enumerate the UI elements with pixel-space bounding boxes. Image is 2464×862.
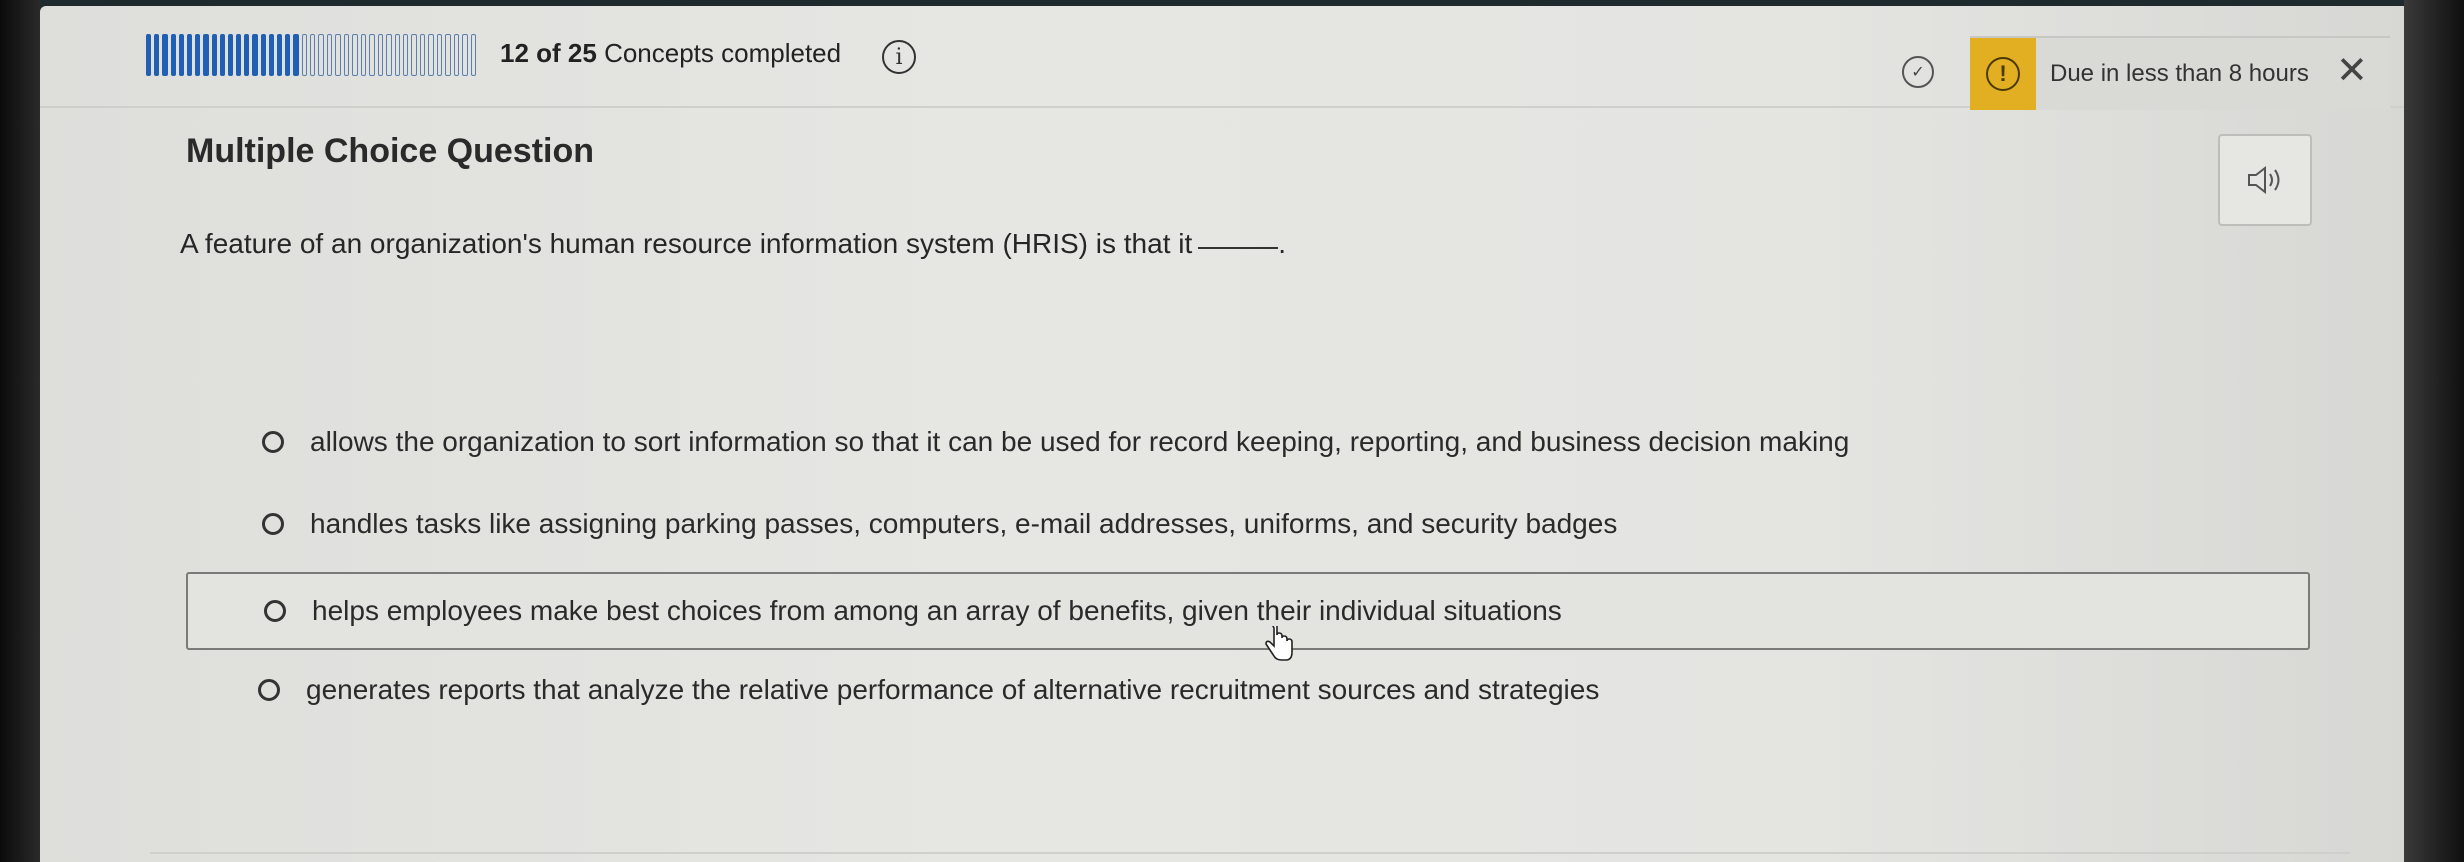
progress-segment-todo bbox=[436, 34, 443, 76]
question-suffix: . bbox=[1278, 228, 1287, 259]
progress-segment-done bbox=[277, 34, 283, 76]
hand-pointer-cursor-icon bbox=[1265, 626, 1293, 661]
progress-segment-todo bbox=[377, 34, 384, 76]
due-text: Due in less than 8 hours bbox=[2050, 60, 2309, 87]
progress-segment-todo bbox=[419, 34, 426, 76]
answer-blank bbox=[1198, 247, 1279, 249]
progress-segment-todo bbox=[310, 34, 316, 76]
progress-segment-todo bbox=[360, 34, 367, 76]
progress-segment-done bbox=[154, 34, 160, 76]
progress-segment-todo bbox=[394, 34, 400, 76]
answer-option-3[interactable]: helps employees make best choices from a… bbox=[186, 572, 2310, 650]
concept-progress-bar bbox=[146, 34, 477, 76]
progress-segment-done bbox=[162, 34, 168, 76]
option-label: generates reports that analyze the relat… bbox=[306, 674, 1600, 705]
answer-option-2[interactable]: handles tasks like assigning parking pas… bbox=[262, 508, 1617, 540]
question-prompt-text: A feature of an organization's human res… bbox=[180, 228, 1193, 259]
top-bar: 12 of 25 Concepts completed i ✓ ! Due in… bbox=[40, 6, 2404, 110]
progress-segment-todo bbox=[326, 34, 333, 76]
question-prompt: A feature of an organization's human res… bbox=[180, 228, 1286, 260]
warning-badge: ! bbox=[1970, 38, 2036, 110]
option-label: allows the organization to sort informat… bbox=[310, 426, 1850, 457]
due-date-banner: ! Due in less than 8 hours ✕ bbox=[1970, 36, 2390, 110]
progress-segment-done bbox=[285, 34, 291, 76]
progress-segment-done bbox=[252, 34, 258, 76]
progress-segment-done bbox=[227, 34, 234, 76]
question-type-heading: Multiple Choice Question bbox=[186, 132, 595, 170]
progress-segment-done bbox=[293, 34, 299, 76]
progress-count: 12 of 25 bbox=[500, 38, 597, 68]
progress-segment-done bbox=[170, 34, 176, 76]
progress-segment-todo bbox=[352, 34, 358, 76]
screen: 12 of 25 Concepts completed i ✓ ! Due in… bbox=[40, 6, 2404, 862]
progress-segment-todo bbox=[386, 34, 392, 76]
progress-segment-done bbox=[244, 34, 250, 76]
answer-option-4[interactable]: generates reports that analyze the relat… bbox=[258, 674, 1599, 706]
monitor-bezel-right bbox=[2404, 0, 2464, 862]
progress-segment-todo bbox=[403, 34, 409, 76]
progress-segment-done bbox=[195, 34, 201, 76]
radio-button[interactable] bbox=[258, 679, 280, 701]
audio-button[interactable] bbox=[2218, 134, 2312, 226]
progress-segment-todo bbox=[428, 34, 434, 76]
progress-segment-done bbox=[211, 34, 217, 76]
progress-segment-todo bbox=[462, 34, 468, 76]
photo-frame: 12 of 25 Concepts completed i ✓ ! Due in… bbox=[0, 0, 2464, 862]
progress-segment-todo bbox=[318, 34, 324, 76]
progress-segment-done bbox=[236, 34, 242, 76]
check-circle-icon[interactable]: ✓ bbox=[1902, 56, 1934, 88]
progress-segment-todo bbox=[445, 34, 451, 76]
progress-segment-todo bbox=[335, 34, 341, 76]
divider bbox=[150, 852, 2350, 854]
progress-segment-done bbox=[178, 34, 184, 76]
progress-segment-done bbox=[268, 34, 274, 76]
radio-button[interactable] bbox=[262, 513, 284, 535]
progress-segment-todo bbox=[343, 34, 350, 76]
progress-segment-todo bbox=[470, 34, 477, 76]
progress-text: 12 of 25 Concepts completed bbox=[500, 38, 841, 69]
progress-segment-todo bbox=[301, 34, 308, 76]
radio-button[interactable] bbox=[264, 600, 286, 622]
progress-segment-todo bbox=[369, 34, 375, 76]
progress-segment-done bbox=[186, 34, 193, 76]
progress-segment-done bbox=[219, 34, 225, 76]
progress-segment-done bbox=[146, 34, 152, 76]
progress-segment-todo bbox=[411, 34, 417, 76]
warning-icon: ! bbox=[1986, 57, 2020, 91]
option-label: handles tasks like assigning parking pas… bbox=[310, 508, 1618, 539]
progress-segment-done bbox=[260, 34, 266, 76]
progress-segment-done bbox=[203, 34, 209, 76]
speaker-icon bbox=[2248, 165, 2280, 195]
close-icon[interactable]: ✕ bbox=[2336, 52, 2368, 90]
monitor-bezel-left bbox=[0, 0, 40, 862]
answer-option-1[interactable]: allows the organization to sort informat… bbox=[262, 426, 1849, 458]
info-icon[interactable]: i bbox=[882, 40, 916, 74]
option-label: helps employees make best choices from a… bbox=[312, 595, 1562, 626]
progress-segment-todo bbox=[453, 34, 460, 76]
progress-label: Concepts completed bbox=[604, 38, 842, 68]
radio-button[interactable] bbox=[262, 431, 284, 453]
